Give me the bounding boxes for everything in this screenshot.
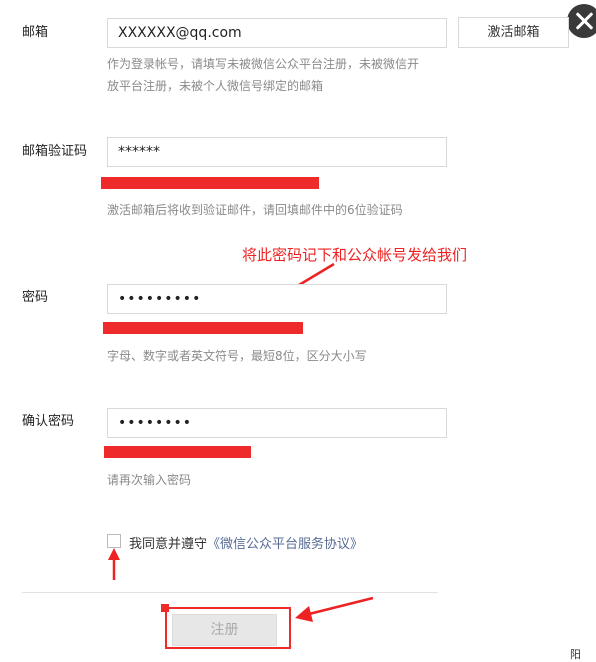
verify-code-label: 邮箱验证码 [22, 144, 88, 159]
annotation-arrow-icon [108, 548, 120, 580]
register-button[interactable]: 注册 [172, 614, 277, 646]
redaction-bar [103, 322, 303, 334]
password-field[interactable]: ••••••••• [107, 284, 447, 314]
password-hint: 字母、数字或者英文符号，最短8位，区分大小写 [107, 349, 367, 363]
confirm-password-label: 确认密码 [22, 414, 75, 429]
verify-code-field[interactable]: ****** [107, 137, 447, 167]
password-label: 密码 [22, 290, 49, 305]
redaction-bar [104, 446, 251, 458]
service-agreement-link[interactable]: 《微信公众平台服务协议》 [207, 537, 363, 552]
annotation-arrow-icon [295, 596, 374, 622]
agreement-label: 我同意并遵守 [129, 537, 208, 552]
close-icon[interactable] [567, 4, 596, 38]
agreement-checkbox[interactable] [107, 534, 121, 548]
divider [22, 592, 438, 593]
confirm-password-hint: 请再次输入密码 [107, 473, 192, 487]
email-hint: 作为登录帐号，请填写未被微信公众平台注册，未被微信开放平台注册，未被个人微信号绑… [107, 57, 420, 93]
agreement-text: 我同意并遵守《微信公众平台服务协议》 [129, 533, 363, 552]
verify-code-hint: 激活邮箱后将收到验证邮件，请回填邮件中的6位验证码 [107, 203, 403, 217]
confirm-password-field[interactable]: •••••••• [107, 408, 447, 438]
redaction-bar [101, 177, 319, 189]
activate-email-button[interactable]: 激活邮箱 [458, 17, 569, 48]
edge-text: 阳 [570, 648, 581, 661]
email-field[interactable]: XXXXXX@qq.com [107, 18, 447, 48]
email-label: 邮箱 [22, 25, 49, 40]
